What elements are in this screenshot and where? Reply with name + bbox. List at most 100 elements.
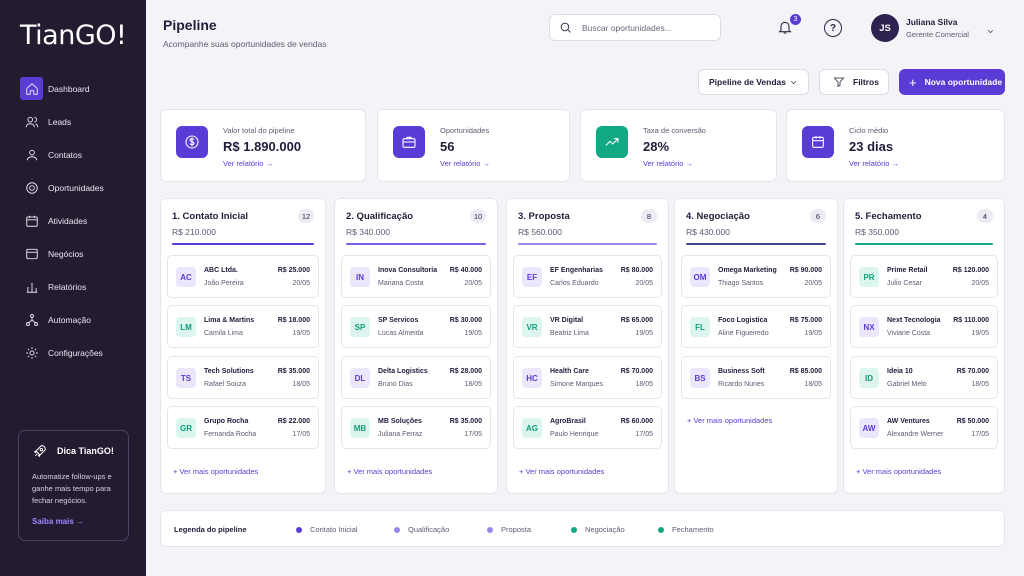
opportunity-card[interactable]: AC ABC Ltda. João Pereira R$ 25.000 20/05 [167, 255, 319, 298]
deal-date: 17/05 [635, 431, 653, 438]
user-icon [20, 143, 43, 166]
legend-label: Contato Inicial [310, 525, 358, 534]
tip-card: Dica TianGO! Automatize follow-ups e gan… [18, 430, 129, 541]
kpi-report-link[interactable]: Ver relatório → [849, 159, 899, 168]
opportunity-card[interactable]: PR Prime Retail Julio Cesar R$ 120.000 20/05 [850, 255, 998, 298]
kpi-card-pipeline-value: Valor total do pipeline R$ 1.890.000 Ver… [160, 109, 366, 182]
deal-date: 18/05 [635, 381, 653, 388]
sidebar-item-dashboard[interactable]: Dashboard [0, 72, 146, 105]
sidebar: TianGO! Dashboard Leads Contatos Oportun… [0, 0, 146, 576]
company-avatar: ID [859, 368, 879, 388]
user-menu-toggle[interactable] [986, 23, 995, 34]
kpi-report-link[interactable]: Ver relatório → [643, 159, 693, 168]
opportunity-card[interactable]: ID Ideia 10 Gabriel Melo R$ 70.000 18/05 [850, 356, 998, 399]
opportunity-card[interactable]: BS Business Soft Ricardo Nunes R$ 85.000 18/… [681, 356, 831, 399]
company-avatar: AC [176, 267, 196, 287]
column-title: 2. Qualificação [346, 211, 414, 222]
opportunity-card[interactable]: VR VR Digital Beatriz Lima R$ 65.000 19/05 [513, 305, 662, 348]
user-name[interactable]: Juliana Silva [906, 17, 958, 27]
opportunity-card[interactable]: AG AgroBrasil Paulo Henrique R$ 60.000 17/05 [513, 406, 662, 449]
search-input[interactable] [582, 22, 712, 33]
kpi-label: Oportunidades [440, 126, 490, 135]
new-opportunity-button[interactable]: + Nova oportunidade [899, 69, 1005, 95]
pipeline-select[interactable]: Pipeline de Vendas [698, 69, 809, 95]
opportunity-card[interactable]: AW AW Ventures Alexandre Werner R$ 50.000 17… [850, 406, 998, 449]
company-name: Lima & Martins [204, 317, 255, 324]
opportunity-card[interactable]: GR Grupo Rocha Fernanda Rocha R$ 22.000 17/0… [167, 406, 319, 449]
deal-date: 19/05 [464, 330, 482, 337]
sidebar-item-configuracoes[interactable]: Configurações [0, 336, 146, 369]
company-avatar: FL [690, 317, 710, 337]
page-subtitle: Acompanhe suas oportunidades de vendas [163, 39, 327, 49]
opportunity-card[interactable]: NX Next Tecnologia Viviane Costa R$ 110.000… [850, 305, 998, 348]
help-button[interactable]: ? [824, 19, 842, 37]
opportunity-card[interactable]: TS Tech Solutions Rafael Souza R$ 35.000 18/… [167, 356, 319, 399]
column-total: R$ 560.000 [518, 227, 562, 237]
contact-name: Ricardo Nunes [718, 381, 765, 388]
deal-value: R$ 60.000 [620, 418, 653, 425]
deal-value: R$ 35.000 [449, 418, 482, 425]
sidebar-item-relatorios[interactable]: Relatórios [0, 270, 146, 303]
deal-date: 18/05 [292, 381, 310, 388]
deal-value: R$ 80.000 [620, 267, 653, 274]
brand-logo[interactable]: TianGO! [20, 20, 127, 51]
sidebar-item-leads[interactable]: Leads [0, 105, 146, 138]
filters-button[interactable]: Filtros [819, 69, 889, 95]
opportunity-card[interactable]: SP SP Servicos Lucas Almeida R$ 30.000 19/05 [341, 305, 491, 348]
deal-value: R$ 35.000 [277, 368, 310, 375]
calendar-icon [20, 209, 43, 232]
contact-name: Mariana Costa [378, 280, 424, 287]
column-count-badge: 8 [641, 209, 657, 223]
see-more-link[interactable]: + Ver mais oportunidades [173, 467, 258, 476]
column-title: 4. Negociação [686, 211, 750, 222]
see-more-link[interactable]: + Ver mais oportunidades [687, 416, 772, 425]
see-more-link[interactable]: + Ver mais oportunidades [856, 467, 941, 476]
kpi-report-link[interactable]: Ver relatório → [223, 159, 273, 168]
column-color-bar [346, 243, 486, 245]
opportunity-card[interactable]: MB MB Soluções Juliana Ferraz R$ 35.000 17/0… [341, 406, 491, 449]
sidebar-item-label: Automação [48, 314, 91, 325]
see-more-link[interactable]: + Ver mais oportunidades [347, 467, 432, 476]
kpi-value: 28% [643, 139, 670, 154]
opportunity-card[interactable]: EF EF Engenharias Carlos Eduardo R$ 80.000 2… [513, 255, 662, 298]
sidebar-item-negocios[interactable]: Negócios [0, 237, 146, 270]
contact-name: Julio Cesar [887, 280, 923, 287]
opportunity-card[interactable]: DL Delta Logistics Bruno Dias R$ 28.000 18/0… [341, 356, 491, 399]
avatar[interactable]: JS [871, 14, 899, 42]
search-box[interactable] [549, 14, 721, 41]
company-avatar: MB [350, 418, 370, 438]
company-avatar: NX [859, 317, 879, 337]
company-avatar: AW [859, 418, 879, 438]
target-icon [20, 176, 43, 199]
contact-name: Gabriel Melo [887, 381, 927, 388]
new-opportunity-label: Nova oportunidade [924, 77, 1003, 87]
sidebar-item-atividades[interactable]: Atividades [0, 204, 146, 237]
opportunity-card[interactable]: LM Lima & Martins Camila Lima R$ 18.000 19/0… [167, 305, 319, 348]
company-name: Grupo Rocha [204, 418, 249, 425]
deal-value: R$ 75.000 [789, 317, 822, 324]
contact-name: Paulo Henrique [550, 431, 599, 438]
see-more-link[interactable]: + Ver mais oportunidades [519, 467, 604, 476]
opportunity-card[interactable]: IN Inova Consultoria Mariana Costa R$ 40.00… [341, 255, 491, 298]
dollar-icon [176, 126, 208, 158]
sidebar-item-oportunidades[interactable]: Oportunidades [0, 171, 146, 204]
deal-value: R$ 70.000 [956, 368, 989, 375]
company-name: EF Engenharias [550, 267, 603, 274]
company-name: Foco Logistica [718, 317, 768, 324]
sidebar-item-automacao[interactable]: Automação [0, 303, 146, 336]
sidebar-item-contatos[interactable]: Contatos [0, 138, 146, 171]
contact-name: João Pereira [204, 280, 244, 287]
pipeline-column: 4. Negociação 6 R$ 430.000 OM Omega Marketin… [674, 198, 838, 494]
legend-item: Proposta [487, 525, 531, 534]
kpi-report-link[interactable]: Ver relatório → [440, 159, 490, 168]
deal-value: R$ 65.000 [620, 317, 653, 324]
notifications-badge: 3 [789, 13, 802, 26]
tip-learn-more-link[interactable]: Saiba mais → [32, 517, 115, 526]
pipeline-column: 2. Qualificação 10 R$ 340.000 IN Inova Consu… [334, 198, 498, 494]
calendar-icon [802, 126, 834, 158]
column-count-badge: 4 [977, 209, 993, 223]
opportunity-card[interactable]: OM Omega Marketing Thiago Santos R$ 90.000 2… [681, 255, 831, 298]
opportunity-card[interactable]: FL Foco Logistica Aline Figueiredo R$ 75.00… [681, 305, 831, 348]
tip-title: Dica TianGO! [32, 443, 115, 459]
opportunity-card[interactable]: HC Health Care Simone Marques R$ 70.000 18/0… [513, 356, 662, 399]
